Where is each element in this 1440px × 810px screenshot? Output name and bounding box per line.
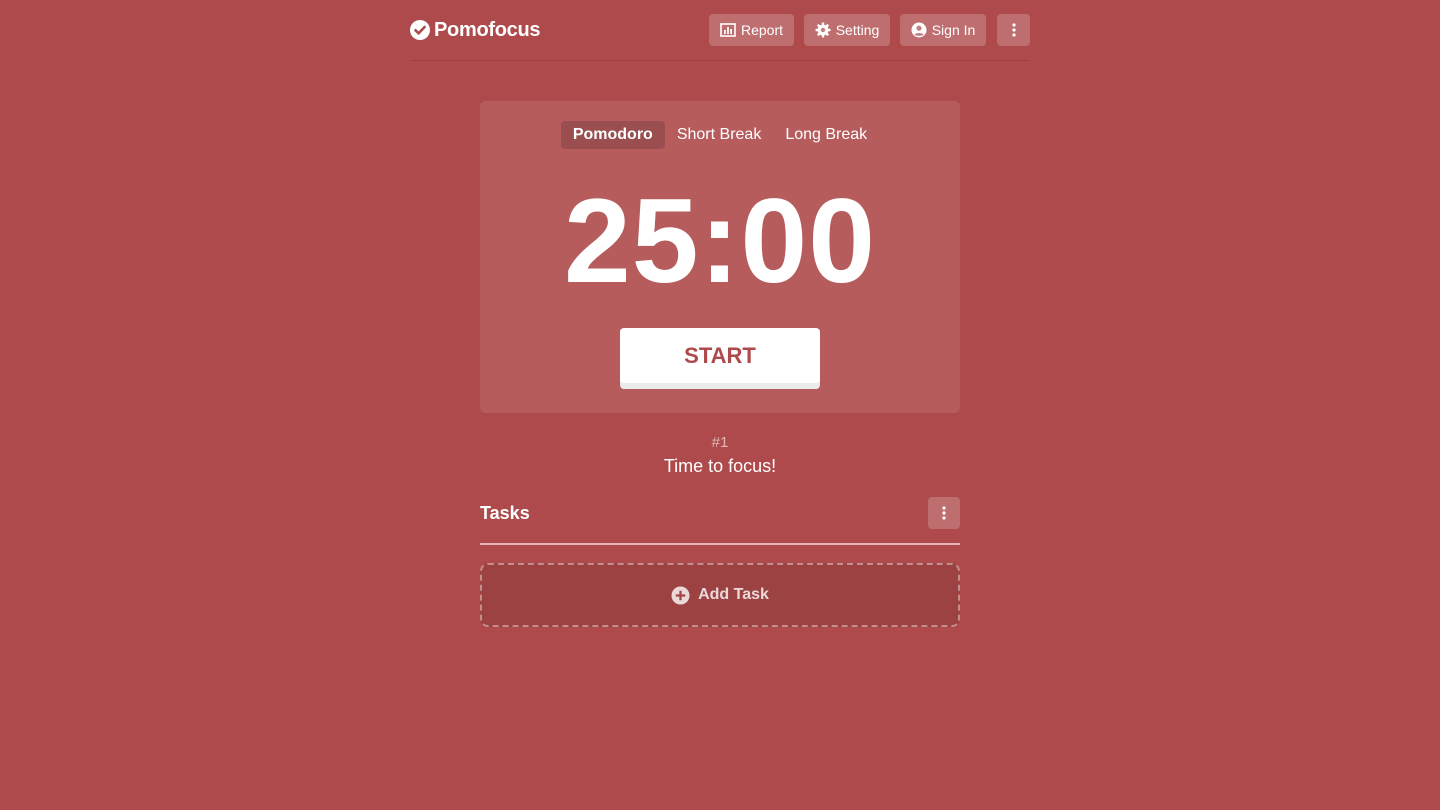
add-task-label: Add Task	[698, 586, 769, 603]
timer-display: 25:00	[564, 174, 876, 308]
tab-short-break[interactable]: Short Break	[665, 121, 773, 149]
tasks-header: Tasks	[480, 497, 960, 545]
sign-in-button[interactable]: Sign In	[900, 14, 986, 46]
plus-circle-icon	[671, 585, 690, 605]
tab-long-break[interactable]: Long Break	[773, 121, 879, 149]
report-label: Report	[740, 22, 784, 38]
check-circle-icon	[410, 20, 430, 40]
top-header: Pomofocus Report Setting Sign In	[410, 0, 1030, 61]
more-vertical-icon	[1011, 23, 1016, 37]
sign-in-label: Sign In	[931, 22, 976, 38]
timer-card: Pomodoro Short Break Long Break 25:00 ST…	[480, 101, 960, 413]
mode-tabs: Pomodoro Short Break Long Break	[480, 121, 960, 149]
tasks-title: Tasks	[480, 503, 530, 523]
more-menu-button[interactable]	[997, 14, 1030, 46]
start-button[interactable]: START	[620, 328, 820, 383]
pomodoro-counter[interactable]: #1	[0, 434, 1440, 451]
logo-text: Pomofocus	[434, 18, 541, 41]
gear-icon	[815, 22, 831, 38]
focus-message: Time to focus!	[663, 456, 777, 476]
report-button[interactable]: Report	[709, 14, 794, 46]
more-vertical-icon	[942, 506, 946, 520]
add-task-button[interactable]: Add Task	[480, 563, 960, 627]
setting-label: Setting	[835, 22, 880, 38]
tab-pomodoro[interactable]: Pomodoro	[560, 121, 665, 149]
setting-button[interactable]: Setting	[804, 14, 890, 46]
bar-chart-icon	[720, 23, 736, 37]
tasks-menu-button[interactable]	[928, 497, 960, 529]
logo[interactable]: Pomofocus	[410, 18, 541, 42]
user-circle-icon	[911, 22, 927, 38]
